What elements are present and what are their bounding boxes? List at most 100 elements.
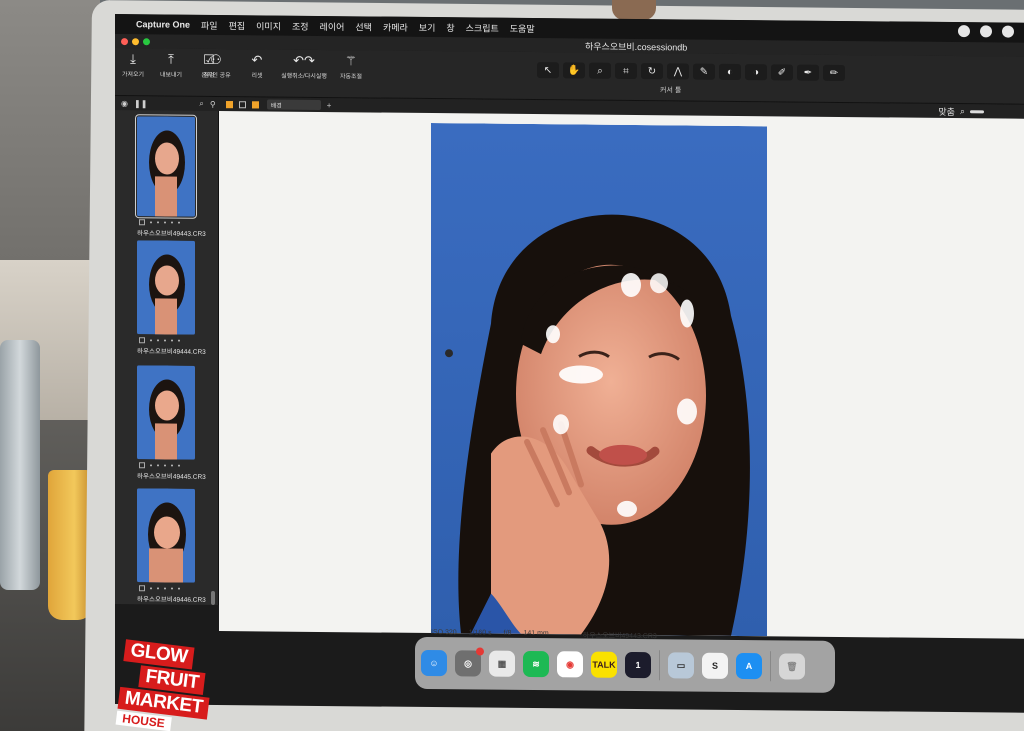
thumbnail-image[interactable]: [137, 365, 195, 460]
minimize-window-button[interactable]: [132, 37, 139, 45]
app-store-icon[interactable]: A: [736, 652, 762, 680]
main-toolbar: ⤓ 가져오기 ⤒ 내보내기 ☑ 점검 ⚇ 온라인 공유 ↶ 리셋 ↶↷ 실행취소…: [115, 48, 1024, 105]
crop-icon: ⌗: [623, 65, 629, 77]
cursor-tools-group: ↖ ✋ ⌕ ⌗ ↻ ⋀ ✎ ◐ ◑ ✐ ✒ ✏: [537, 62, 845, 82]
gradient-cursor-tool[interactable]: ◑: [745, 64, 767, 81]
clone-icon: ✒: [803, 67, 813, 79]
heal-cursor-tool[interactable]: ✐: [771, 64, 793, 81]
thumbnail-filename: 하우스오브비49445.CR3: [137, 473, 206, 481]
share-online-button[interactable]: ⚇ 온라인 공유: [199, 52, 233, 79]
loupe-icon: ⌕: [597, 65, 603, 77]
preview-app-icon[interactable]: ▭: [668, 652, 694, 679]
chrome-app-icon[interactable]: ◉: [557, 651, 583, 678]
clone-cursor-tool[interactable]: ✒: [797, 64, 819, 81]
thumbnail-checkbox[interactable]: [139, 585, 145, 592]
reset-label: 리셋: [251, 73, 263, 80]
export-button[interactable]: ⤒ 내보내기: [157, 52, 185, 79]
menu-camera[interactable]: 카메라: [383, 20, 408, 33]
list-view-icon[interactable]: [238, 100, 246, 108]
monitor-clip: [612, 0, 656, 20]
close-window-button[interactable]: [121, 37, 128, 45]
loupe-cursor-tool[interactable]: ⌕: [589, 62, 611, 79]
trash-icon[interactable]: 🗑: [779, 653, 805, 680]
zoom-fit-label[interactable]: 맞춤: [938, 105, 955, 118]
photos-app-icon[interactable]: ◎: [455, 647, 484, 677]
launchpad-app-icon[interactable]: ▦: [489, 650, 515, 677]
filter-icon[interactable]: ⚲: [210, 99, 216, 108]
eraser-cursor-tool[interactable]: ◐: [719, 63, 741, 81]
thumbnail-item[interactable]: 하우스오브비49443.CR3: [135, 114, 206, 238]
menu-image[interactable]: 이미지: [256, 19, 281, 32]
crop-cursor-tool[interactable]: ⌗: [615, 62, 637, 80]
menu-view[interactable]: 보기: [419, 20, 436, 33]
import-icon: ⤓: [130, 51, 136, 67]
viewer-area[interactable]: ISO 320 1/160 s f/8 141 mm 하우스오브비49443.C…: [219, 110, 1024, 640]
thumbnail-item[interactable]: 하우스오브비49446.CR3: [137, 488, 206, 604]
dock-separator: [659, 650, 660, 681]
menu-file[interactable]: 파일: [201, 18, 218, 31]
undo-redo-button[interactable]: ↶↷ 실행취소/다시실행: [281, 53, 327, 80]
thumbnail-filename: 하우스오브비49443.CR3: [137, 230, 206, 238]
eye-icon[interactable]: ◉: [121, 99, 128, 108]
zoom-slider[interactable]: [970, 110, 984, 114]
magic-wand-icon: ⚚: [345, 53, 357, 69]
menu-help[interactable]: 도움말: [510, 21, 535, 34]
notification-badge: [476, 647, 484, 656]
heal-icon: ✐: [777, 66, 787, 78]
main-photo[interactable]: [431, 123, 767, 637]
auto-adjust-button[interactable]: ⚚ 자동조절: [337, 53, 365, 81]
cloud-status-icon[interactable]: [980, 25, 992, 38]
chat-status-icon[interactable]: [958, 25, 970, 38]
clock-status-icon[interactable]: [1002, 25, 1014, 38]
thumbnail-image[interactable]: [137, 240, 195, 335]
thumbnail-checkbox[interactable]: [139, 462, 145, 469]
browser-scrollbar[interactable]: [211, 590, 215, 605]
pan-cursor-tool[interactable]: ✋: [563, 62, 585, 79]
thumbnail-checkbox[interactable]: [139, 337, 145, 344]
menu-edit[interactable]: 편집: [229, 19, 246, 32]
brush-cursor-tool[interactable]: ✎: [693, 63, 715, 80]
dock-separator: [770, 651, 771, 682]
rotate-cursor-tool[interactable]: ↻: [641, 63, 663, 80]
one-app-icon[interactable]: 1: [625, 651, 651, 679]
search-icon[interactable]: ⌕: [199, 99, 203, 109]
thumbnail-checkbox[interactable]: [139, 219, 145, 226]
browser-panel: 하우스오브비49443.CR3 하우스오브비49444.CR3 하우스오브비49…: [115, 110, 219, 605]
sort-select[interactable]: 배경: [266, 99, 321, 110]
kakaotalk-app-icon[interactable]: TALK: [591, 651, 617, 678]
pause-icon[interactable]: ❚❚: [134, 99, 147, 108]
menu-app-name[interactable]: Capture One: [136, 19, 190, 30]
keystone-cursor-tool[interactable]: ⋀: [667, 63, 689, 80]
eraser-icon: ◐: [726, 66, 734, 78]
menu-layer[interactable]: 레이어: [320, 19, 345, 32]
export-label: 내보내기: [159, 72, 183, 79]
thumbnail-item[interactable]: 하우스오브비49445.CR3: [137, 365, 206, 481]
script-app-icon[interactable]: S: [702, 652, 728, 679]
import-button[interactable]: ⤓ 가져오기: [119, 51, 147, 79]
menu-adjust[interactable]: 조정: [292, 19, 309, 32]
grid-view-icon[interactable]: [225, 100, 233, 108]
thumbnail-image[interactable]: [137, 488, 195, 583]
import-label: 가져오기: [121, 72, 145, 79]
reset-icon: ↶: [251, 52, 263, 68]
hand-icon: ✋: [567, 64, 581, 76]
menu-scripts[interactable]: 스크립트: [466, 21, 499, 34]
thumbnail-item[interactable]: 하우스오브비49444.CR3: [137, 240, 206, 356]
zoom-icon[interactable]: ⌕: [960, 106, 965, 117]
thumbnail-filename: 하우스오브비49444.CR3: [137, 348, 206, 356]
zoom-window-button[interactable]: [143, 37, 150, 45]
rotate-icon: ↻: [647, 65, 657, 77]
menu-select[interactable]: 선택: [355, 20, 372, 33]
filmstrip-view-icon[interactable]: [251, 100, 259, 108]
reset-button[interactable]: ↶ 리셋: [243, 52, 271, 80]
cursor-tools-label: 커서 툴: [660, 87, 682, 95]
spotify-app-icon[interactable]: ≋: [523, 650, 549, 678]
select-cursor-tool[interactable]: ↖: [537, 62, 559, 79]
add-icon[interactable]: +: [327, 101, 332, 110]
picker-cursor-tool[interactable]: ✏: [823, 64, 845, 82]
finder-app-icon[interactable]: ☺: [421, 649, 447, 677]
auto-adjust-label: 자동조절: [339, 74, 363, 81]
thumbnail-filename: 하우스오브비49446.CR3: [137, 596, 206, 604]
thumbnail-image[interactable]: [135, 114, 197, 219]
menu-window[interactable]: 창: [446, 21, 454, 34]
